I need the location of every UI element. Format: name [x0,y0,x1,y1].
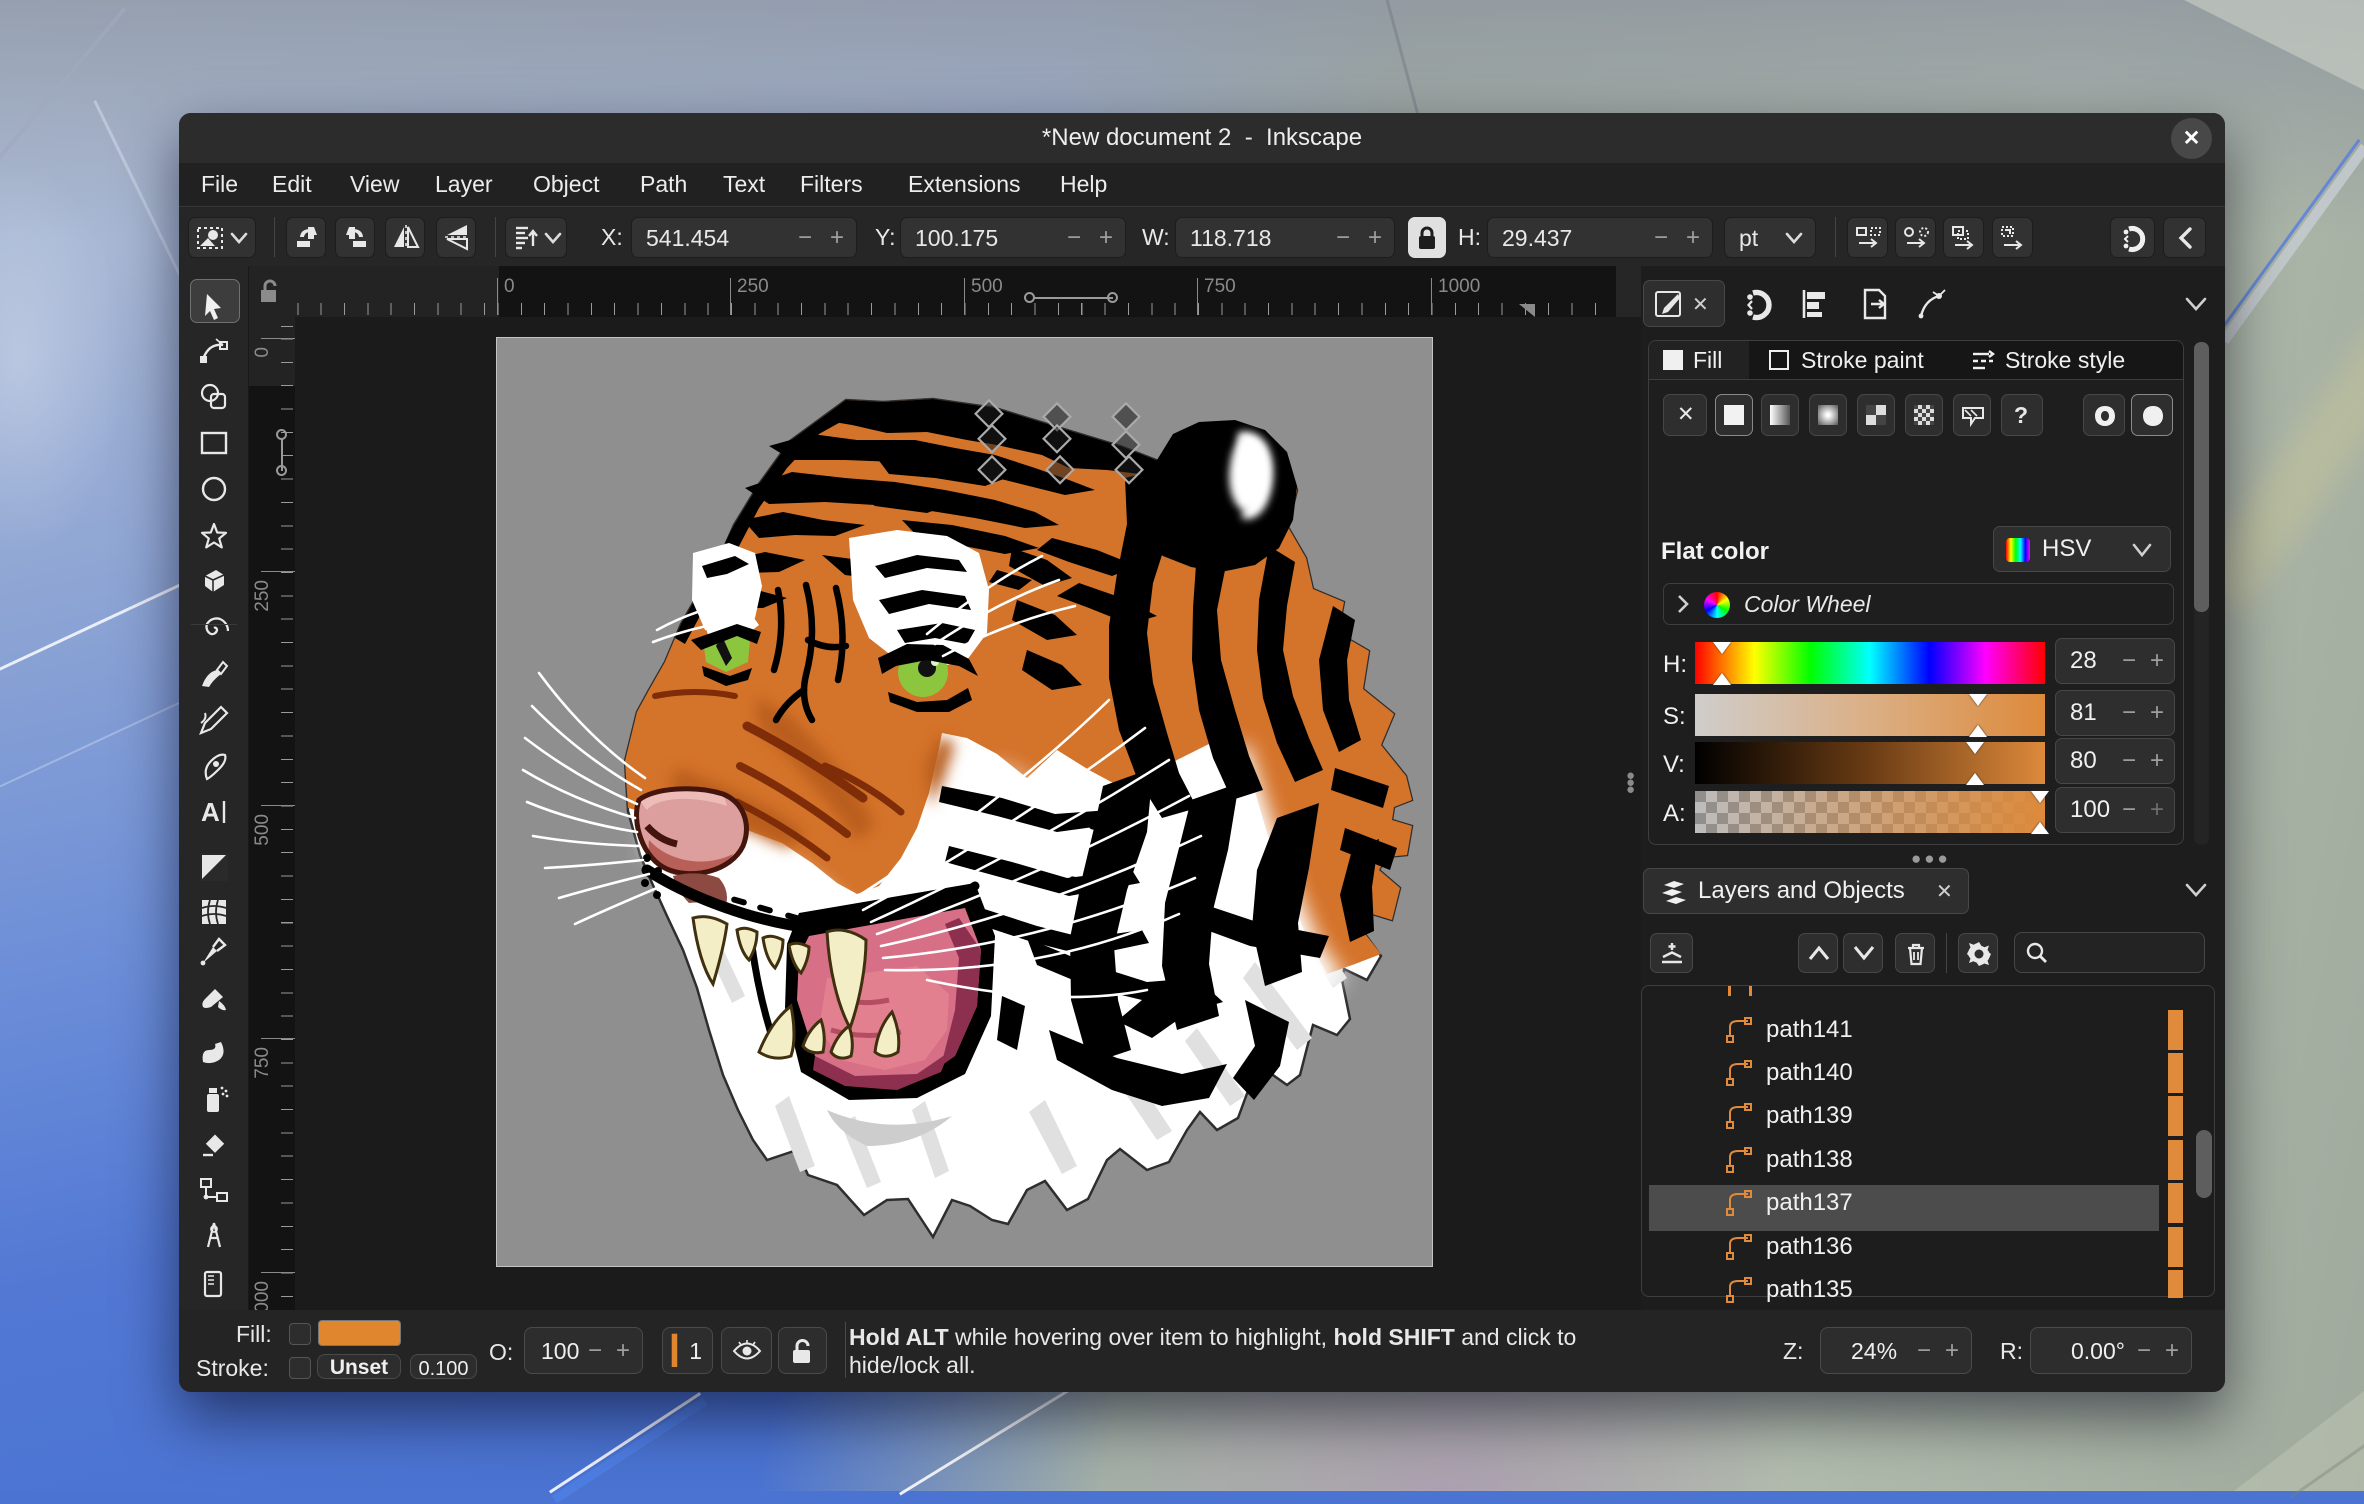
svg-text:A: A [201,797,220,827]
